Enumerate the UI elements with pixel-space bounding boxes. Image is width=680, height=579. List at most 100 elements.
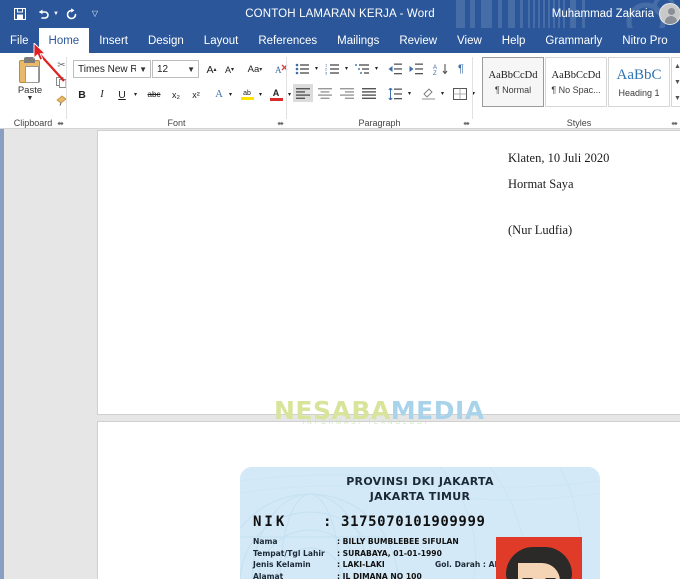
strikethrough-button[interactable]: abc — [143, 85, 165, 104]
align-left-button[interactable] — [293, 84, 313, 102]
tab-file[interactable]: File — [0, 28, 39, 53]
subscript-label: x₂ — [172, 89, 180, 100]
tab-references[interactable]: References — [248, 28, 327, 53]
line-spacing-dropdown-icon[interactable]: ▾ — [405, 84, 414, 103]
style-heading-1[interactable]: AaBbC Heading 1 — [608, 57, 670, 107]
borders-icon — [452, 87, 467, 100]
paste-dropdown-icon[interactable]: ▼ — [27, 95, 34, 102]
paragraph-dialog-launcher[interactable]: ⬌ — [463, 119, 470, 128]
font-size-combo[interactable]: 12 ▼ — [152, 60, 199, 78]
document-page-1[interactable]: Klaten, 10 Juli 2020 Hormat Saya (Nur Lu… — [98, 131, 680, 414]
ktp-value-alamat: : JL DIMANA NO 100 — [337, 571, 422, 579]
tab-view[interactable]: View — [447, 28, 492, 53]
highlight-button[interactable]: ab — [238, 85, 256, 104]
tab-home[interactable]: Home — [38, 28, 90, 53]
change-case-label: Aa — [247, 64, 260, 75]
paste-button[interactable]: Paste ▼ — [8, 56, 52, 114]
tab-help[interactable]: Help — [492, 28, 536, 53]
multilevel-dropdown-icon[interactable]: ▾ — [372, 59, 381, 78]
shading-button[interactable] — [419, 84, 438, 103]
multilevel-list-icon — [355, 63, 369, 74]
style-normal[interactable]: AaBbCcDd ¶ Normal — [482, 57, 544, 107]
styles-dialog-launcher[interactable]: ⬌ — [671, 119, 678, 128]
ktp-row-nama: Nama : BILLY BUMBLEBEE SIFULAN — [253, 537, 503, 549]
italic-button[interactable]: I — [93, 85, 111, 104]
text-effects-dropdown-icon[interactable]: ▾ — [226, 85, 235, 104]
doc-line-date: Klaten, 10 Juli 2020 — [508, 151, 610, 165]
decrease-indent-icon — [388, 63, 402, 74]
align-right-button[interactable] — [337, 84, 357, 103]
superscript-label: x² — [192, 89, 200, 100]
font-dialog-launcher[interactable]: ⬌ — [277, 119, 284, 128]
superscript-button[interactable]: x² — [187, 85, 205, 104]
justify-icon — [361, 88, 376, 99]
multilevel-list-button[interactable] — [353, 59, 372, 78]
change-case-button[interactable]: Aa ▾ — [242, 60, 268, 79]
bold-button[interactable]: B — [73, 85, 91, 104]
styles-more-icon[interactable]: ▼ — [674, 95, 680, 102]
ktp-id-card-image[interactable]: PROVINSI DKI JAKARTA JAKARTA TIMUR NIK :… — [240, 467, 600, 579]
paragraph-group-label: Paragraph — [358, 118, 401, 128]
tab-review[interactable]: Review — [389, 28, 447, 53]
styles-scroll-up-icon[interactable]: ▲ — [674, 63, 680, 70]
grow-font-label: A — [206, 63, 214, 76]
shrink-font-button[interactable]: A ▾ — [221, 60, 238, 79]
change-case-chevron-down-icon[interactable]: ▾ — [259, 66, 262, 73]
shading-dropdown-icon[interactable]: ▾ — [438, 84, 447, 103]
vertical-ruler — [0, 129, 4, 579]
underline-button[interactable]: U — [113, 85, 131, 104]
tab-insert[interactable]: Insert — [89, 28, 138, 53]
font-name-chevron-down-icon[interactable]: ▼ — [136, 65, 150, 74]
numbering-button[interactable]: 1 2 3 — [323, 59, 342, 78]
text-effects-button[interactable]: A — [211, 85, 227, 104]
tab-layout[interactable]: Layout — [194, 28, 249, 53]
decrease-indent-button[interactable] — [386, 59, 405, 78]
ktp-city: JAKARTA TIMUR — [369, 490, 471, 503]
tab-grammarly[interactable]: Grammarly — [535, 28, 612, 53]
clipboard-group-label: Clipboard — [13, 118, 53, 128]
font-color-button[interactable]: A — [267, 85, 285, 104]
document-page-2[interactable]: PROVINSI DKI JAKARTA JAKARTA TIMUR NIK :… — [98, 422, 680, 579]
grow-font-button[interactable]: A ▴ — [203, 60, 220, 79]
clipboard-dialog-launcher[interactable]: ⬌ — [57, 119, 64, 128]
borders-button[interactable] — [450, 84, 469, 103]
tab-nitro-pro[interactable]: Nitro Pro — [612, 28, 677, 53]
show-formatting-marks-button[interactable]: ¶ — [453, 59, 469, 78]
font-name-combo[interactable]: Times New R ▼ — [73, 60, 151, 78]
borders-dropdown-icon[interactable]: ▾ — [469, 84, 478, 103]
ktp-row-tempat-tgl-lahir: Tempat/Tgl Lahir : SURABAYA, 01-01-1990 — [253, 549, 503, 561]
doc-line-closing: Hormat Saya — [508, 177, 574, 191]
subscript-button[interactable]: x₂ — [167, 85, 185, 104]
style-no-spacing[interactable]: AaBbCcDd ¶ No Spac... — [545, 57, 607, 107]
tab-design[interactable]: Design — [138, 28, 194, 53]
styles-gallery-scroll[interactable]: ▲ ▼ ▼ — [671, 57, 680, 107]
italic-label: I — [100, 89, 104, 100]
increase-indent-button[interactable] — [407, 59, 426, 78]
paste-icon — [17, 57, 43, 84]
highlight-dropdown-icon[interactable]: ▾ — [256, 85, 265, 104]
ribbon-tabs: File Home Insert Design Layout Reference… — [0, 28, 680, 53]
tab-mailings[interactable]: Mailings — [327, 28, 389, 53]
separator-paragraph-styles — [472, 57, 473, 119]
justify-button[interactable] — [359, 84, 379, 103]
ktp-value-jenis-kelamin: : LAKI-LAKI — [337, 560, 385, 570]
ktp-province: PROVINSI DKI JAKARTA — [346, 475, 494, 488]
align-center-button[interactable] — [315, 84, 335, 103]
bullets-button[interactable] — [293, 59, 312, 78]
document-area[interactable]: Klaten, 10 Juli 2020 Hormat Saya (Nur Lu… — [0, 129, 680, 579]
font-color-label: A — [272, 87, 280, 98]
ktp-photo — [496, 537, 582, 579]
underline-dropdown-icon[interactable]: ▾ — [131, 85, 140, 104]
numbering-dropdown-icon[interactable]: ▾ — [342, 59, 351, 78]
text-effects-label: A — [215, 89, 223, 100]
bullets-dropdown-icon[interactable]: ▾ — [312, 59, 321, 78]
sort-button[interactable]: A Z — [431, 59, 450, 78]
account-name[interactable]: Muhammad Zakaria — [552, 0, 654, 28]
line-spacing-button[interactable] — [386, 84, 405, 103]
ktp-row-alamat: Alamat : JL DIMANA NO 100 — [253, 572, 503, 579]
shading-icon — [422, 88, 435, 100]
font-size-chevron-down-icon[interactable]: ▼ — [184, 65, 198, 74]
bullets-icon — [295, 63, 309, 74]
avatar[interactable] — [659, 3, 680, 25]
styles-scroll-down-icon[interactable]: ▼ — [674, 79, 680, 86]
